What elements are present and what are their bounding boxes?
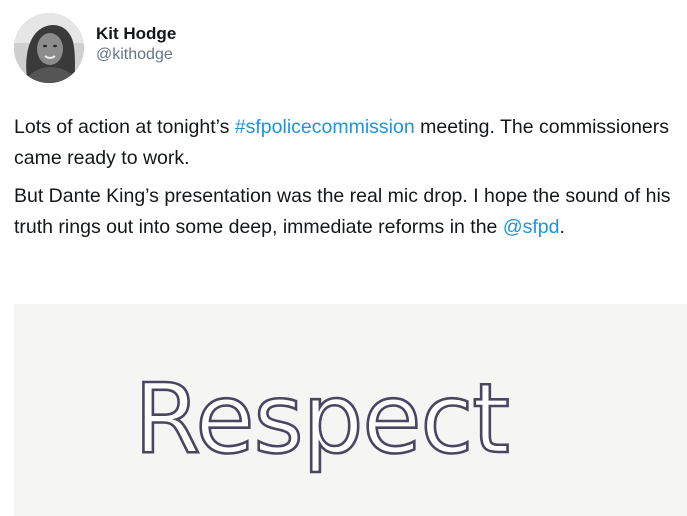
tweet-header: Kit Hodge @kithodge [14, 12, 176, 84]
tweet-text-segment: . [559, 216, 565, 238]
media-image: Respect [133, 362, 511, 477]
tweet-paragraph-2: But Dante King’s presentation was the re… [14, 181, 678, 243]
hashtag-link[interactable]: #sfpolicecommission [235, 116, 415, 138]
avatar-image [14, 13, 84, 83]
display-name[interactable]: Kit Hodge [96, 23, 176, 45]
media-caption-word: Respect [134, 363, 509, 475]
mention-link[interactable]: @sfpd [503, 216, 560, 238]
tweet-media[interactable]: Respect [14, 304, 687, 516]
avatar[interactable] [14, 13, 84, 83]
user-handle[interactable]: @kithodge [96, 45, 176, 65]
tweet-card: Kit Hodge @kithodge Lots of action at to… [0, 0, 687, 516]
user-names: Kit Hodge @kithodge [96, 23, 176, 65]
tweet-text-segment: Lots of action at tonight’s [14, 116, 235, 138]
tweet-text-segment: But Dante King’s presentation was the re… [14, 185, 671, 238]
tweet-paragraph-1: Lots of action at tonight’s #sfpolicecom… [14, 112, 678, 174]
tweet-text: Lots of action at tonight’s #sfpolicecom… [14, 112, 678, 250]
